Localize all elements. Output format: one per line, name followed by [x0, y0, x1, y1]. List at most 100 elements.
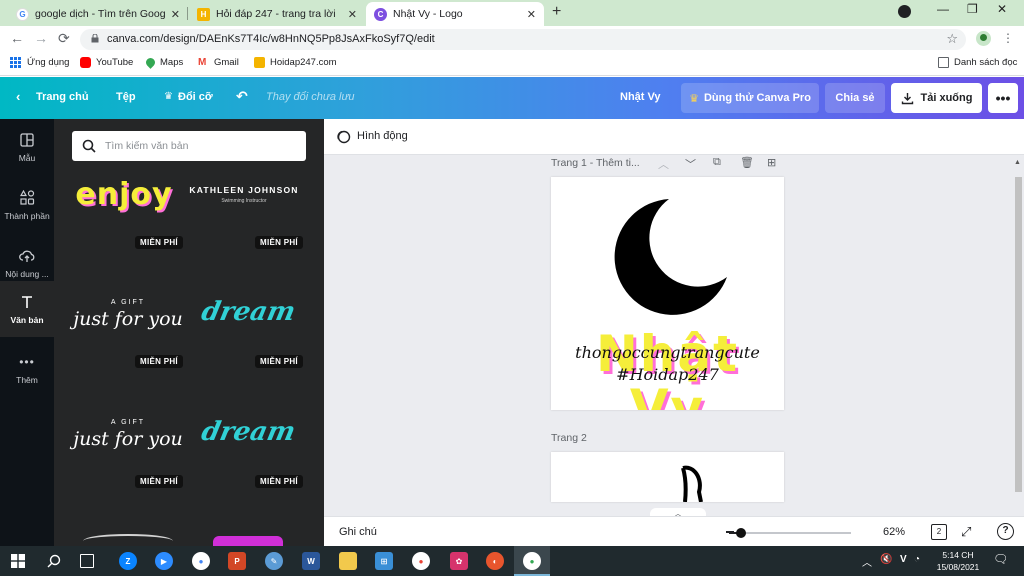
resize-button[interactable]: Đổi cỡ: [178, 91, 213, 103]
tab-search-icon[interactable]: [898, 5, 911, 18]
unsaved-status: Thay đổi chưa lưu: [266, 91, 355, 103]
ime-indicator[interactable]: V: [900, 554, 907, 565]
add-page-icon[interactable]: ⊞: [767, 156, 776, 169]
rail-label: Thêm: [16, 374, 38, 385]
paint-icon[interactable]: ✎: [265, 552, 283, 570]
reload-icon[interactable]: ⟳: [58, 30, 70, 47]
bookmark-star-icon[interactable]: ☆: [946, 31, 958, 47]
app-icon[interactable]: ◐: [486, 552, 504, 570]
move-up-chevron-icon[interactable]: ︿: [658, 156, 669, 172]
more-options-button[interactable]: •••: [988, 83, 1018, 113]
volume-muted-icon[interactable]: 🔇: [880, 554, 892, 565]
reading-list[interactable]: Danh sách đọc: [938, 57, 1017, 68]
bookmark-label: Hoidap247.com: [270, 57, 337, 68]
bookmark-maps[interactable]: Maps: [144, 56, 183, 69]
lock-icon: [91, 34, 99, 43]
browser-tab-canva[interactable]: C Nhật Vy - Logo ✕: [366, 2, 544, 26]
powerpoint-icon[interactable]: P: [228, 552, 246, 570]
rail-item-elements[interactable]: Thành phần: [0, 177, 54, 233]
rail-item-more[interactable]: ••• Thêm: [0, 341, 54, 397]
system-clock[interactable]: 5:14 CH 15/08/2021: [928, 549, 988, 573]
text-template-just-for-you[interactable]: A GIFT just for you: [68, 404, 188, 464]
text-template-dream[interactable]: dream: [188, 402, 308, 462]
back-chevron-icon[interactable]: ‹: [16, 89, 20, 104]
notifications-icon[interactable]: 🗨: [993, 552, 1008, 566]
chrome-active-icon[interactable]: ●: [523, 552, 541, 570]
close-tab-icon[interactable]: ✕: [348, 8, 357, 21]
zoom-slider[interactable]: [729, 528, 851, 538]
move-down-chevron-icon[interactable]: ﹀: [685, 156, 696, 172]
try-pro-button[interactable]: ♛ Dùng thử Canva Pro: [681, 83, 819, 113]
file-explorer-icon[interactable]: [339, 552, 357, 570]
logo-script-line-1[interactable]: thongoccungtrangcute: [551, 343, 784, 362]
profile-avatar[interactable]: [976, 31, 991, 46]
text-template-partial[interactable]: [68, 524, 188, 546]
word-icon[interactable]: W: [302, 552, 320, 570]
tray-chevron-icon[interactable]: ︿: [862, 554, 872, 569]
minimize-icon[interactable]: —: [937, 2, 949, 16]
rail-item-templates[interactable]: Mẫu: [0, 119, 54, 175]
app-icon[interactable]: ✿: [450, 552, 468, 570]
text-template-partial[interactable]: [188, 524, 308, 546]
address-bar[interactable]: canva.com/design/DAEnKs7T4Ic/w8HnNQ5Pp8J…: [80, 29, 966, 50]
search-icon[interactable]: [47, 554, 61, 568]
zalo-icon[interactable]: Z: [119, 552, 137, 570]
back-arrow-icon[interactable]: ←: [10, 30, 24, 46]
download-button[interactable]: Tải xuống: [891, 83, 982, 113]
zoom-value[interactable]: 62%: [883, 526, 905, 538]
bookmark-hoidap[interactable]: Hoidap247.com: [254, 57, 337, 68]
delete-page-icon[interactable]: 🗑: [740, 156, 754, 169]
undo-icon[interactable]: ↶: [236, 88, 248, 105]
bookmark-apps[interactable]: Ứng dụng: [10, 57, 69, 68]
forward-arrow-icon[interactable]: →: [34, 30, 48, 46]
page-count-button[interactable]: 2: [931, 524, 947, 540]
bookmark-gmail[interactable]: M Gmail: [198, 57, 239, 68]
new-tab-button[interactable]: +: [552, 3, 561, 21]
page-1-title[interactable]: Trang 1 - Thêm ti...: [551, 157, 640, 169]
close-window-icon[interactable]: ✕: [997, 2, 1007, 16]
scrollbar-thumb[interactable]: [1015, 177, 1022, 492]
duplicate-page-icon[interactable]: ⧉: [713, 156, 721, 169]
wifi-icon[interactable]: ◔: [914, 554, 920, 565]
share-button[interactable]: Chia sẻ: [825, 83, 885, 113]
template-text: just for you: [73, 307, 183, 330]
close-tab-icon[interactable]: ✕: [527, 8, 536, 21]
browser-tab-strip: G google dịch - Tìm trên Google ✕ H Hỏi …: [0, 0, 1024, 26]
bookmark-label: YouTube: [96, 57, 134, 68]
page-2-title[interactable]: Trang 2: [551, 432, 587, 444]
fullscreen-expand-icon[interactable]: ⤢: [961, 524, 971, 540]
store-icon[interactable]: ⊞: [375, 552, 393, 570]
design-title[interactable]: Nhật Vy: [620, 91, 661, 103]
hoidap-favicon-icon: H: [197, 7, 210, 21]
browser-tab-google[interactable]: G google dịch - Tìm trên Google ✕: [8, 2, 188, 26]
zoom-slider-knob[interactable]: [736, 528, 747, 538]
page-2-canvas[interactable]: [551, 452, 784, 502]
close-tab-icon[interactable]: ✕: [171, 8, 180, 21]
scroll-up-icon[interactable]: ▲: [1014, 159, 1021, 166]
animate-button[interactable]: Hình động: [357, 130, 408, 142]
page-1-canvas[interactable]: Nhật Vy thongoccungtrangcute #Hoidap247: [551, 177, 784, 410]
text-template-kathleen[interactable]: KATHLEEN JOHNSON Swimming Instructor: [184, 164, 304, 224]
text-template-just-for-you[interactable]: A GIFT just for you: [68, 284, 188, 344]
text-template-enjoy[interactable]: enjoy: [64, 164, 184, 224]
template-text: KATHLEEN JOHNSON: [189, 184, 299, 195]
logo-script-line-2[interactable]: #Hoidap247: [551, 365, 784, 384]
search-input[interactable]: Tìm kiếm văn bản: [72, 131, 306, 161]
windows-start-icon[interactable]: [11, 554, 25, 568]
task-view-icon[interactable]: [80, 554, 94, 568]
chrome-icon[interactable]: ●: [192, 552, 210, 570]
browser-tab-hoidap[interactable]: H Hỏi đáp 247 - trang tra lời ✕: [189, 2, 365, 26]
help-button[interactable]: ?: [997, 523, 1014, 540]
home-link[interactable]: Trang chủ: [36, 91, 89, 103]
zoom-app-icon[interactable]: ▶: [155, 552, 173, 570]
browser-menu-icon[interactable]: ⋮: [1002, 31, 1014, 45]
chrome-icon[interactable]: ●: [412, 552, 430, 570]
free-badge: MIỄN PHÍ: [255, 475, 303, 488]
vertical-scrollbar[interactable]: ▲ ▼: [1013, 159, 1023, 542]
notes-button[interactable]: Ghi chú: [339, 526, 377, 538]
rail-item-text[interactable]: Văn bản: [0, 281, 54, 337]
file-menu[interactable]: Tệp: [116, 91, 136, 103]
bookmark-youtube[interactable]: YouTube: [80, 57, 133, 68]
restore-icon[interactable]: ❐: [967, 2, 978, 16]
text-template-dream[interactable]: dream: [188, 282, 308, 342]
